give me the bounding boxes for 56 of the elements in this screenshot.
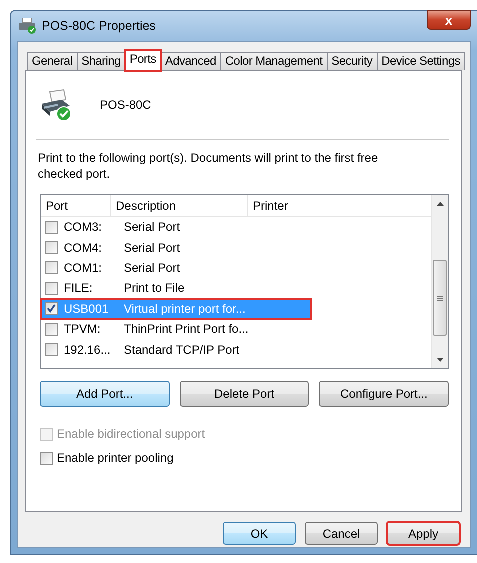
close-button[interactable]: x: [427, 10, 471, 30]
list-row[interactable]: COM4: Serial Port: [41, 237, 431, 258]
scroll-down-icon[interactable]: [436, 358, 444, 362]
option-label: Enable bidirectional support: [57, 426, 206, 443]
port-description: Serial Port: [124, 219, 180, 236]
scroll-up-icon[interactable]: [436, 202, 444, 206]
printer-name: POS-80C: [100, 97, 152, 114]
dialog-button[interactable]: OK: [223, 522, 296, 545]
column-header[interactable]: Printer: [248, 195, 431, 216]
checkbox[interactable]: [45, 220, 58, 234]
checkbox[interactable]: [45, 343, 58, 356]
port-description: Serial Port: [124, 260, 180, 277]
column-header[interactable]: Description: [111, 195, 248, 216]
port-name: FILE:: [63, 280, 94, 298]
list-row[interactable]: 192.16... Standard TCP/IP Port: [41, 339, 431, 360]
list-row[interactable]: FILE: Print to File: [41, 278, 431, 299]
checkbox[interactable]: [40, 452, 53, 464]
list-row[interactable]: TPVM: ThinPrint Print Port fo...: [41, 318, 431, 340]
tab[interactable]: Color Management: [220, 52, 328, 70]
port-name: TPVM:: [63, 321, 102, 338]
port-button[interactable]: Configure Port...: [319, 381, 450, 407]
option-label: Enable printer pooling: [57, 450, 174, 467]
dialog-button[interactable]: Cancel: [305, 522, 378, 545]
checkbox[interactable]: [45, 302, 58, 316]
list-row[interactable]: COM3: Serial Port: [41, 217, 431, 238]
port-name: 192.16...: [63, 342, 112, 359]
port-description: Serial Port: [124, 240, 180, 257]
port-name: COM1:: [63, 260, 104, 277]
checkbox[interactable]: [45, 241, 58, 254]
tab[interactable]: Sharing: [76, 52, 126, 70]
port-name: USB001: [63, 300, 110, 318]
port-button[interactable]: Add Port...: [40, 381, 170, 407]
window-title: POS-80C Properties: [42, 18, 156, 35]
list-row[interactable]: COM1: Serial Port: [41, 258, 431, 278]
tab[interactable]: Security: [326, 52, 378, 70]
port-description: Print to File: [124, 280, 185, 298]
printer-icon: [19, 18, 37, 34]
checkbox[interactable]: [45, 261, 58, 274]
checkbox[interactable]: [45, 282, 58, 295]
column-header[interactable]: Port: [41, 195, 111, 216]
scrollbar[interactable]: [431, 195, 448, 368]
scroll-thumb[interactable]: [433, 260, 447, 336]
tab[interactable]: Advanced: [160, 52, 222, 70]
port-name: COM4:: [63, 240, 104, 257]
instructions-text: Print to the following port(s). Documents will print to the first free checked port.: [37, 150, 380, 182]
port-button[interactable]: Delete Port: [180, 381, 310, 407]
port-description: ThinPrint Print Port fo...: [124, 321, 249, 338]
dialog-button[interactable]: Apply: [387, 522, 460, 545]
checkbox[interactable]: [45, 322, 58, 336]
port-description: Standard TCP/IP Port: [124, 342, 240, 359]
grip-icon: [437, 296, 443, 300]
tab[interactable]: General: [27, 52, 78, 70]
tab[interactable]: Device Settings: [376, 52, 466, 70]
port-name: COM3:: [63, 219, 104, 236]
tab[interactable]: Ports: [124, 50, 162, 71]
port-description: Virtual printer port for...: [124, 300, 246, 318]
